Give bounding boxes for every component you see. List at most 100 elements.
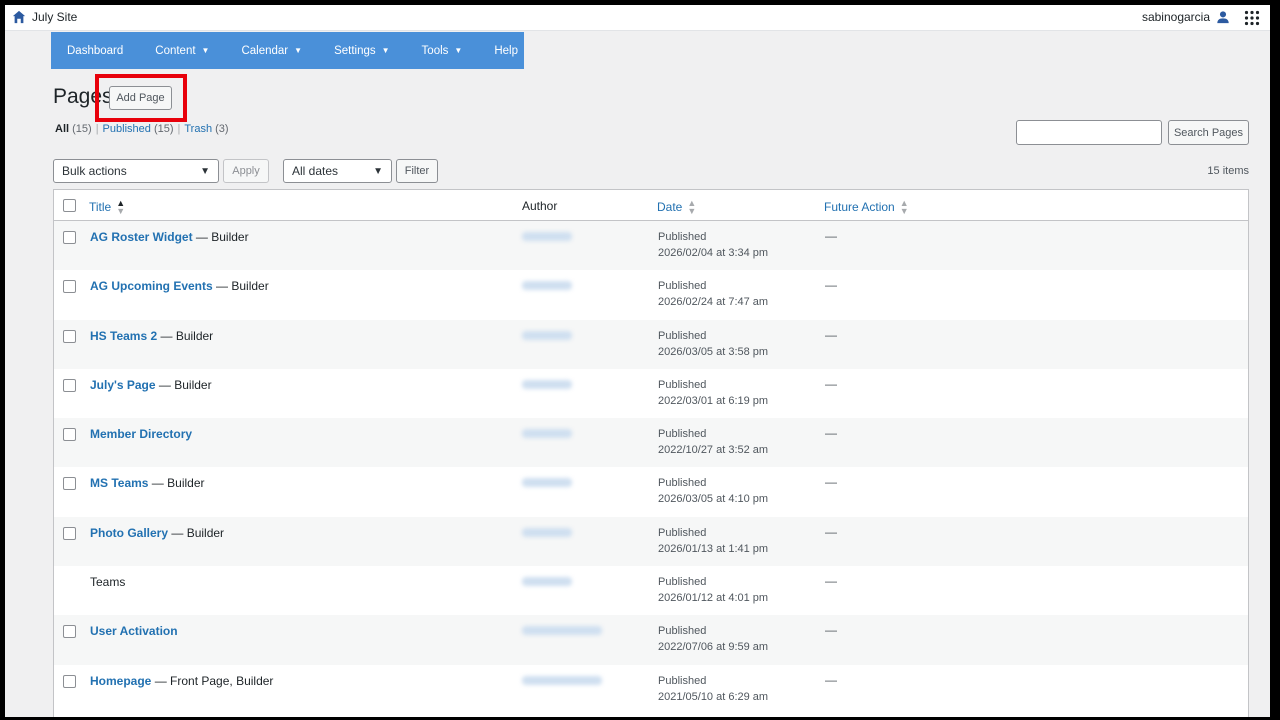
nav-dashboard[interactable]: Dashboard [51,32,139,69]
author-redacted [522,232,572,241]
row-title: Member Directory [90,427,192,441]
nav-settings[interactable]: Settings ▼ [318,32,405,69]
table-body: AG Roster Widget — Builder Published 2026/… [54,221,1248,714]
table-row: Photo Gallery — Builder Published 2026/01/… [54,516,1248,567]
page-title-link[interactable]: AG Roster Widget [90,230,193,244]
page-title-link: Teams [90,575,126,590]
post-status: Published [658,526,707,539]
row-title: HS Teams 2 — Builder [90,329,213,343]
page-state: — Front Page, Builder [151,673,274,688]
column-label: Future Action [824,200,895,214]
page-title-link[interactable]: User Activation [90,624,178,638]
page-title-link[interactable]: HS Teams 2 [90,329,157,343]
future-action: — [825,376,837,391]
future-action: — [825,327,837,342]
select-all-checkbox[interactable] [63,199,76,212]
post-status: Published [658,477,707,490]
page-title-link[interactable]: Photo Gallery [90,526,168,540]
sort-icon: ▲ ▼ [116,198,126,216]
row-checkbox[interactable] [63,428,76,442]
author-redacted [522,577,572,587]
future-action: — [825,426,837,441]
user-menu[interactable]: sabinogarcia [1142,10,1230,24]
nav-tools[interactable]: Tools ▼ [406,32,479,69]
author-redacted [522,527,572,537]
row-checkbox[interactable] [63,231,76,244]
row-title: MS Teams — Builder [90,476,205,490]
future-action: — [825,278,837,293]
post-status: Published [658,378,707,391]
page-state: — Builder [212,279,269,294]
row-checkbox[interactable] [63,329,76,343]
filter-button[interactable]: Filter [396,159,438,183]
status-trash-count: (3) [215,123,229,135]
post-status: Published [658,625,707,638]
page-title-link[interactable]: MS Teams [90,476,148,490]
table-row: HS Teams 2 — Builder Published 2026/03/05 … [54,319,1248,369]
post-datetime: 2026/02/04 at 3:34 pm [658,247,769,259]
add-page-button[interactable]: Add Page [109,86,172,110]
author-redacted [522,675,602,685]
future-action: — [825,623,837,638]
page-title-link[interactable]: July's Page [90,378,156,392]
search-pages-button[interactable]: Search Pages [1168,120,1249,145]
column-date-header[interactable]: Date ▲ ▼ [657,198,697,216]
row-checkbox[interactable] [63,674,76,688]
table-row: User Activation Published 2022/07/06 at 9:… [54,615,1248,665]
status-published-link[interactable]: Published [103,123,151,135]
username: sabinogarcia [1141,10,1210,24]
nav-label: Help [494,44,518,57]
table-header: Title ▲ ▼ Author Date ▲ ▼ Future Action ▲ ▼ [54,190,1248,221]
column-author-header: Author [522,199,557,213]
table-row: Homepage — Front Page, Builder Published 2… [54,665,1248,714]
apply-button[interactable]: Apply [223,159,269,183]
nav-content[interactable]: Content ▼ [139,32,225,69]
home-icon [12,10,26,24]
nav-label: Calendar [241,44,289,57]
apps-grid-icon[interactable] [1244,10,1260,26]
author-redacted [522,478,572,488]
table-row: AG Upcoming Events — Builder Published 202… [54,270,1248,319]
post-datetime: 2022/10/27 at 3:52 am [658,444,769,457]
row-checkbox[interactable] [63,625,76,639]
page-title-link[interactable]: AG Upcoming Events [90,279,213,293]
site-home-link[interactable]: July Site [12,10,77,24]
nav-help[interactable]: Help [478,32,534,69]
row-checkbox[interactable] [63,477,76,491]
row-checkbox[interactable] [63,280,76,294]
admin-top-bar: July Site sabinogarcia [5,5,1270,31]
post-datetime: 2026/02/24 at 7:47 am [658,296,769,309]
nav-label: Settings [334,44,376,57]
table-row: Member Directory Published 2022/10/27 at 3… [54,418,1248,468]
scrollbar[interactable] [1261,31,1270,717]
post-datetime: 2026/01/13 at 1:41 pm [658,542,769,555]
column-title-header[interactable]: Title ▲ ▼ [89,198,126,216]
caret-down-icon: ▼ [294,46,303,55]
row-checkbox[interactable] [63,378,76,392]
page-title-link[interactable]: Homepage [90,674,151,688]
status-trash-link[interactable]: Trash [184,123,212,135]
chevron-down-icon: ▼ [200,165,210,177]
sort-icon: ▲ ▼ [899,198,909,216]
page-state: — Builder [155,377,212,392]
bulk-actions-select[interactable]: Bulk actions ▼ [53,159,219,183]
column-label: Title [89,200,112,214]
nav-label: Tools [421,44,449,57]
post-status: Published [658,428,707,441]
page-title-link[interactable]: Member Directory [90,427,192,441]
future-action: — [825,524,837,539]
column-label: Author [522,199,558,213]
chevron-down-icon: ▼ [373,165,383,177]
sort-icon: ▲ ▼ [687,198,697,216]
nav-calendar[interactable]: Calendar ▼ [225,32,318,69]
author-redacted [522,281,572,291]
date-filter-select[interactable]: All dates ▼ [283,159,392,183]
status-all-link[interactable]: All [55,123,69,135]
column-future-action-header[interactable]: Future Action ▲ ▼ [824,198,909,216]
page-state: — Builder [168,525,225,540]
search-input[interactable] [1016,120,1162,145]
page-state: — Builder [148,476,205,491]
post-status: Published [658,576,707,589]
row-checkbox[interactable] [63,526,76,540]
future-action: — [825,672,837,687]
